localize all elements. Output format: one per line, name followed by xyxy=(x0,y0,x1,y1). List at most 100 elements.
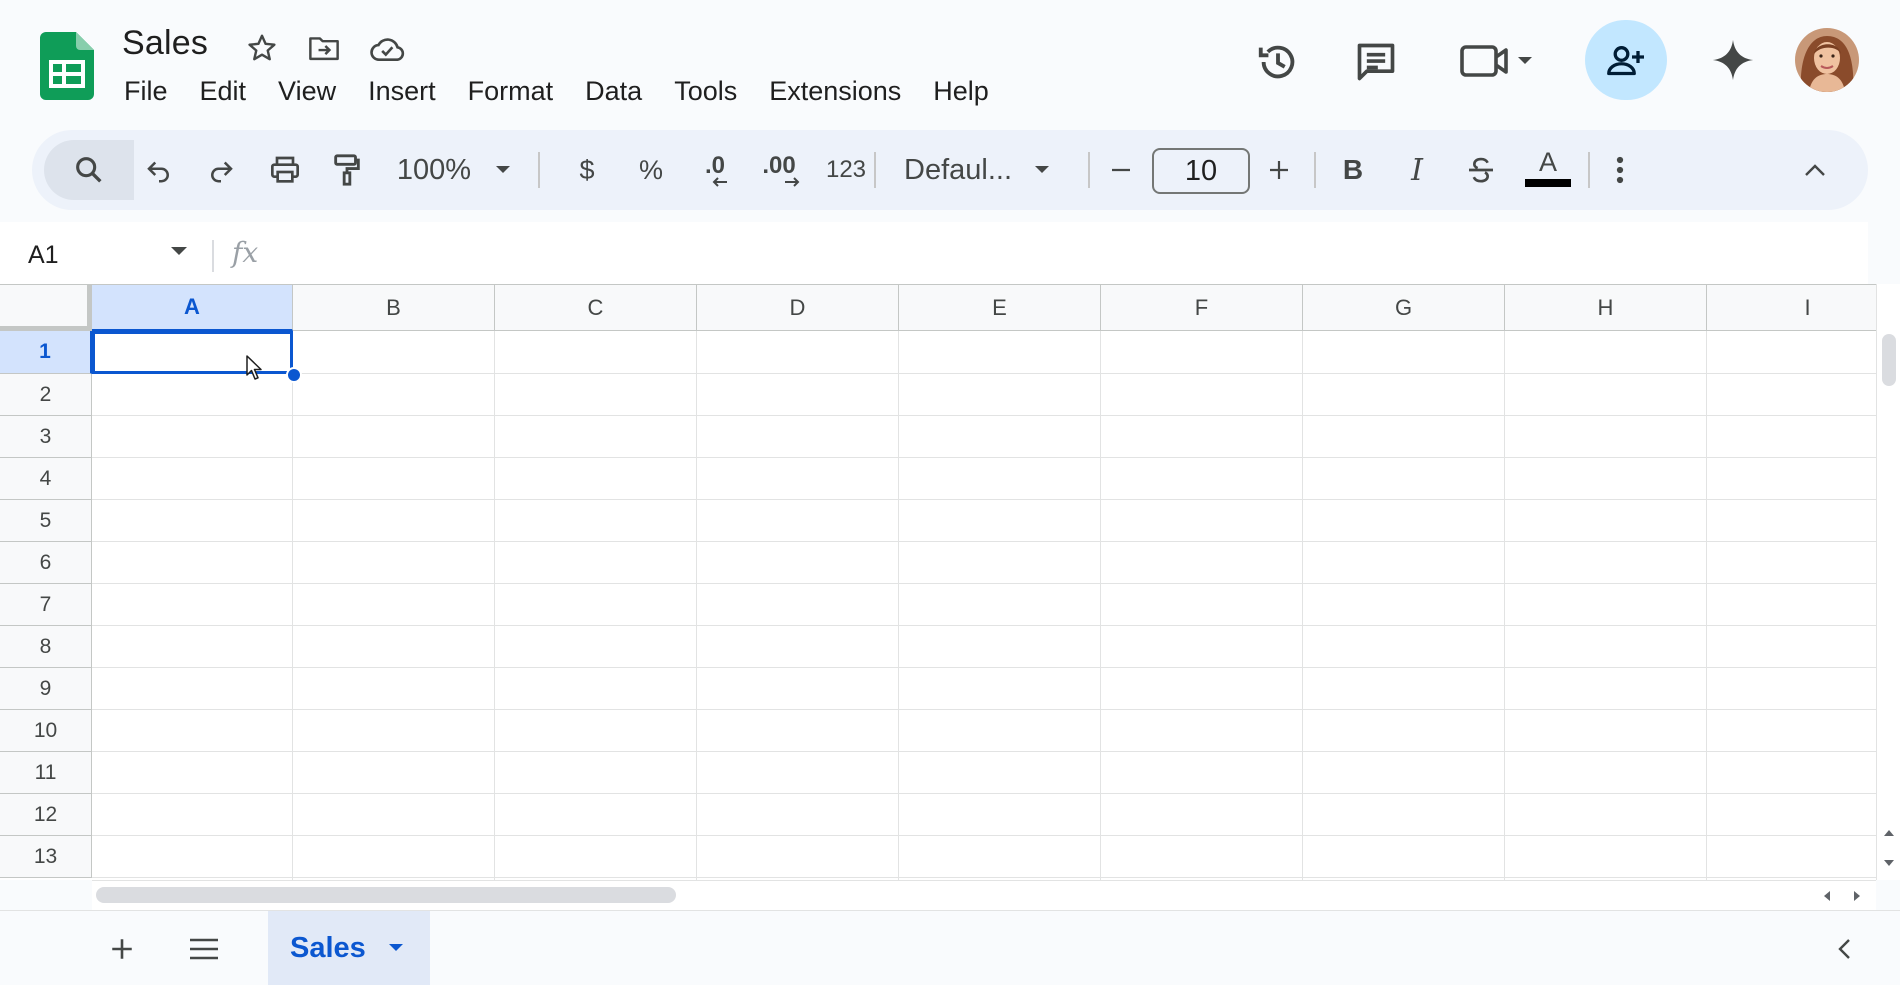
row-header[interactable]: 4 xyxy=(0,458,92,500)
menu-format[interactable]: Format xyxy=(452,72,570,111)
explore-panel-button[interactable] xyxy=(1822,927,1866,971)
grid-line xyxy=(92,835,1877,836)
row-header[interactable]: 12 xyxy=(0,794,92,836)
version-history-icon[interactable] xyxy=(1252,36,1304,88)
sheet-tabs-bar: Sales xyxy=(0,910,1900,985)
zoom-select[interactable]: 100% xyxy=(384,140,524,200)
search-menus-button[interactable] xyxy=(44,140,134,200)
row-header[interactable]: 10 xyxy=(0,710,92,752)
number-format-button[interactable]: 123 xyxy=(814,140,878,200)
increase-decimal-button[interactable]: .00 xyxy=(748,140,810,200)
document-title[interactable]: Sales xyxy=(122,24,208,63)
fx-icon: fx xyxy=(232,236,259,269)
column-header[interactable]: F xyxy=(1101,285,1303,331)
strikethrough-button[interactable] xyxy=(1456,140,1506,200)
row-header[interactable]: 6 xyxy=(0,542,92,584)
move-icon[interactable] xyxy=(304,28,344,68)
gemini-icon[interactable] xyxy=(1708,34,1758,86)
column-header[interactable]: H xyxy=(1505,285,1707,331)
horizontal-scrollbar[interactable] xyxy=(92,880,1876,910)
scroll-right-icon[interactable] xyxy=(1846,885,1868,907)
menu-view[interactable]: View xyxy=(262,72,352,111)
account-avatar[interactable] xyxy=(1795,28,1859,92)
column-header[interactable]: D xyxy=(697,285,899,331)
comment-icon[interactable] xyxy=(1350,36,1402,88)
grid-line xyxy=(92,709,1877,710)
vertical-scroll-thumb[interactable] xyxy=(1882,334,1896,386)
italic-button[interactable]: I xyxy=(1392,140,1442,200)
grid-line xyxy=(696,331,697,880)
column-header[interactable]: E xyxy=(899,285,1101,331)
font-select[interactable]: Defaul... xyxy=(892,140,1102,200)
toolbar-divider xyxy=(538,152,540,188)
cell-area[interactable] xyxy=(92,331,1877,880)
undo-button[interactable] xyxy=(134,140,184,200)
bold-button[interactable]: B xyxy=(1328,140,1378,200)
font-size-input[interactable]: 10 xyxy=(1152,148,1250,194)
formula-input[interactable] xyxy=(280,232,1840,276)
horizontal-scroll-thumb[interactable] xyxy=(96,887,676,903)
all-sheets-button[interactable] xyxy=(182,927,226,971)
cloud-saved-icon[interactable] xyxy=(368,28,408,68)
video-call-icon[interactable] xyxy=(1458,34,1538,88)
mouse-cursor-icon xyxy=(246,355,264,381)
increase-font-size-button[interactable] xyxy=(1254,140,1304,200)
menu-edit[interactable]: Edit xyxy=(184,72,263,111)
menu-data[interactable]: Data xyxy=(569,72,658,111)
grid-line xyxy=(92,667,1877,668)
toolbar-divider xyxy=(1314,152,1316,188)
row-header[interactable]: 5 xyxy=(0,500,92,542)
row-header[interactable]: 2 xyxy=(0,374,92,416)
font-value: Defaul... xyxy=(904,153,1012,186)
menu-extensions[interactable]: Extensions xyxy=(753,72,917,111)
name-box-chevron-down-icon[interactable] xyxy=(170,246,188,256)
redo-button[interactable] xyxy=(196,140,246,200)
scroll-up-icon[interactable] xyxy=(1878,822,1900,844)
row-header[interactable]: 7 xyxy=(0,584,92,626)
menu-file[interactable]: File xyxy=(108,72,184,111)
row-header[interactable]: 11 xyxy=(0,752,92,794)
menu-tools[interactable]: Tools xyxy=(658,72,753,111)
print-button[interactable] xyxy=(260,140,310,200)
select-all-corner[interactable] xyxy=(0,285,92,331)
text-color-button[interactable]: A xyxy=(1518,140,1578,200)
vertical-scrollbar[interactable] xyxy=(1876,284,1900,880)
toolbar: 100% $ % .0 .00 123 Defaul... 10 B I A xyxy=(32,130,1868,210)
grid-line xyxy=(92,373,1877,374)
grid-line xyxy=(92,499,1877,500)
column-header[interactable]: B xyxy=(293,285,495,331)
grid-line xyxy=(92,415,1877,416)
row-header[interactable]: 8 xyxy=(0,626,92,668)
currency-format-button[interactable]: $ xyxy=(562,140,612,200)
formula-bar-divider xyxy=(212,240,214,272)
fill-handle[interactable] xyxy=(286,367,302,383)
sheets-logo-icon[interactable] xyxy=(40,32,94,100)
sheet-tab-sales[interactable]: Sales xyxy=(268,911,430,985)
column-header[interactable]: A xyxy=(92,285,293,331)
decrease-decimal-button[interactable]: .0 xyxy=(688,140,742,200)
scroll-left-icon[interactable] xyxy=(1816,885,1838,907)
star-icon[interactable] xyxy=(242,28,282,68)
hide-menus-button[interactable] xyxy=(1790,140,1840,200)
toolbar-divider xyxy=(1088,152,1090,188)
row-header[interactable]: 3 xyxy=(0,416,92,458)
more-options-button[interactable] xyxy=(1600,140,1640,200)
paint-format-button[interactable] xyxy=(322,140,372,200)
percent-format-button[interactable]: % xyxy=(626,140,676,200)
row-header[interactable]: 1 xyxy=(0,331,92,374)
row-header[interactable]: 9 xyxy=(0,668,92,710)
row-header[interactable]: 13 xyxy=(0,836,92,878)
scroll-down-icon[interactable] xyxy=(1878,852,1900,874)
column-header[interactable]: I xyxy=(1707,285,1900,331)
column-header[interactable]: G xyxy=(1303,285,1505,331)
chevron-down-icon[interactable] xyxy=(388,943,404,953)
column-header[interactable]: C xyxy=(495,285,697,331)
menu-insert[interactable]: Insert xyxy=(352,72,452,111)
print-icon xyxy=(271,156,299,183)
chevron-down-icon xyxy=(1035,166,1049,173)
menu-help[interactable]: Help xyxy=(917,72,1005,111)
add-sheet-button[interactable] xyxy=(100,927,144,971)
grid-line xyxy=(1504,331,1505,880)
decrease-font-size-button[interactable] xyxy=(1096,140,1146,200)
share-button[interactable] xyxy=(1585,20,1667,100)
